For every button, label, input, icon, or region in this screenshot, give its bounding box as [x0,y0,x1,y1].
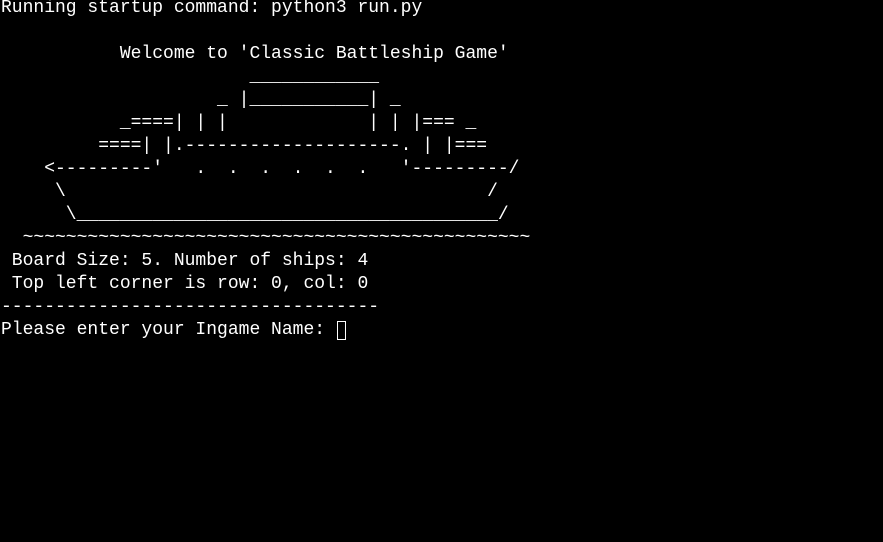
ship-art-waves: ~~~~~~~~~~~~~~~~~~~~~~~~~~~~~~~~~~~~~~~~… [1,228,531,248]
startup-command-line: Running startup command: python3 run.py [1,0,423,18]
name-prompt-label: Please enter your Ingame Name: [1,320,336,340]
ship-art-line: _====| | | | | |=== _ [1,113,477,133]
ship-art-line: <---------' . . . . . . '---------/ [1,159,520,179]
ship-art-line: _ |___________| _ [1,90,401,110]
separator-line: ----------------------------------- [1,297,380,317]
terminal-window[interactable]: Running startup command: python3 run.py … [0,0,883,542]
welcome-line: Welcome to 'Classic Battleship Game' [1,44,509,64]
ship-art-line: ====| |.--------------------. | |=== [1,136,488,156]
ship-art-line: ____________ [1,67,380,87]
board-size-line: Board Size: 5. Number of ships: 4 [1,251,369,271]
ship-art-line: \ / [1,182,498,202]
corner-info-line: Top left corner is row: 0, col: 0 [1,274,369,294]
ship-art-line: \_______________________________________… [1,205,509,225]
text-cursor [336,321,346,340]
name-prompt-line[interactable]: Please enter your Ingame Name: [1,319,346,342]
